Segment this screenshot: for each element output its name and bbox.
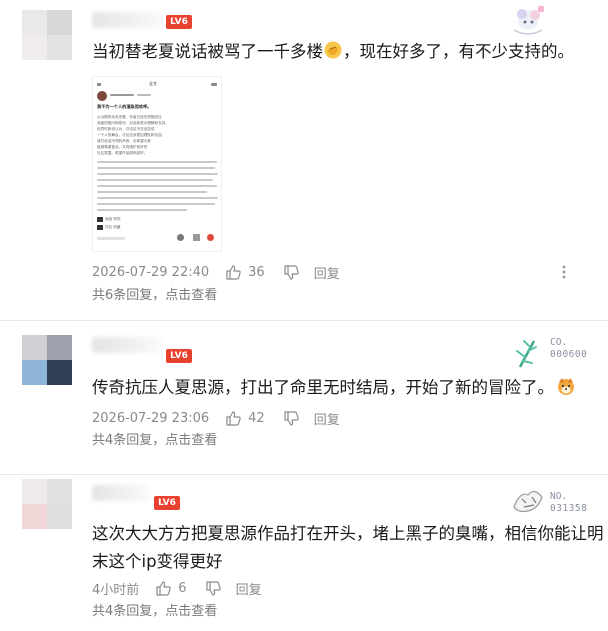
embed-footer-1: 阅读 赞同 xyxy=(105,217,121,221)
username[interactable] xyxy=(92,485,150,501)
comment-text: 当初替老夏说话被骂了一千多楼 ，现在好多了，有不少支持的。 xyxy=(92,37,574,67)
fan-badge-label: NO. xyxy=(550,491,568,502)
embed-footer-2: 评论 收藏 xyxy=(105,225,121,229)
dog-emoji-icon xyxy=(558,378,574,395)
like-count: 36 xyxy=(248,264,265,280)
view-replies-link[interactable]: 共4条回复，点击查看 xyxy=(92,603,217,621)
thumbs-up-icon[interactable] xyxy=(225,410,242,427)
thumbs-up-icon[interactable] xyxy=(225,264,242,281)
comment-meta: 2026-07-29 22:40 36 回复 xyxy=(92,262,340,282)
view-replies-link[interactable]: 共6条回复，点击查看 xyxy=(92,287,217,305)
fan-badge: CO. 000600 xyxy=(508,335,604,375)
thumbs-up-icon[interactable] xyxy=(155,580,172,597)
comment-text-part1: 当初替老夏说话被骂了一千多楼 xyxy=(92,42,323,61)
thumbs-down-icon[interactable] xyxy=(283,264,300,281)
like-count: 42 xyxy=(248,410,265,426)
level-badge: LV6 xyxy=(166,349,192,363)
comment-text-part2: ，现在好多了，有不少支持的。 xyxy=(343,42,574,61)
more-options-icon[interactable] xyxy=(556,264,572,280)
timestamp: 4小时前 xyxy=(92,582,140,598)
embed-line-5: 我们欢迎不同的声音，也希望大家 xyxy=(97,139,151,143)
comment-3: LV6 NO. 031358 这次大大方方把夏思源作品打在开头，堵上黑子的臭嘴，… xyxy=(0,475,608,631)
fan-badge-label: CO. xyxy=(550,337,568,348)
comment-1: LV6 当初替老夏说话被骂了一千多楼 ，现在好多了，有不少支持的。 全文 我不为… xyxy=(0,0,608,320)
avatar[interactable] xyxy=(22,479,72,529)
reply-button[interactable]: 回复 xyxy=(236,579,262,598)
decoration-sticker-icon xyxy=(513,6,544,35)
avatar[interactable] xyxy=(22,10,72,60)
thumbs-down-icon[interactable] xyxy=(283,410,300,427)
thumbs-down-icon[interactable] xyxy=(205,580,222,597)
comment-text-line-1: 这次大大方方把夏思源作品打在开头，堵上黑子的臭嘴，相信你能让明 xyxy=(92,524,604,543)
comment-text: 传奇抗压人夏思源，打出了命里无时结局，开始了新的冒险了。 xyxy=(92,373,576,403)
embed-headline: 我不为一个人的渲染而欢呼。 xyxy=(97,104,152,109)
username[interactable] xyxy=(92,337,162,353)
comment-meta: 2026-07-29 23:06 42 回复 xyxy=(92,408,340,428)
like-count: 6 xyxy=(178,580,187,596)
embed-line-6: 能够尊重彼此，共同维护良好的 xyxy=(97,145,148,149)
embed-line-7: 社区氛围。希望作品越来越好。 xyxy=(97,151,148,155)
fan-badge: NO. 031358 xyxy=(508,481,604,521)
sketch-sticker-icon xyxy=(513,490,543,513)
level-badge: LV6 xyxy=(166,15,192,29)
level-badge: LV6 xyxy=(154,496,180,510)
comment-meta: 4小时前 6 回复 xyxy=(92,578,262,598)
comment-2: LV6 CO. 000600 传奇抗压人夏思源，打出了命里无时结局，开始了新的冒… xyxy=(0,321,608,474)
username[interactable] xyxy=(92,12,162,28)
comment-text-body: 传奇抗压人夏思源，打出了命里无时结局，开始了新的冒险了。 xyxy=(92,378,554,397)
fan-badge-number: 031358 xyxy=(550,503,588,514)
bamboo-icon xyxy=(516,340,537,368)
embed-line-1: 从近期的动态来看，作者已经在积极回应 xyxy=(97,115,162,119)
hand-emoji-icon xyxy=(324,41,342,59)
reply-button[interactable]: 回复 xyxy=(314,263,340,282)
timestamp: 2026-07-29 22:40 xyxy=(92,264,210,280)
comment-text-line-2: 末这个ip变得更好 xyxy=(92,552,223,571)
timestamp: 2026-07-29 23:06 xyxy=(92,410,210,426)
embed-line-4: 一个人的舞台，讨论应该更加理性和包容。 xyxy=(97,133,166,137)
embed-line-2: 读者的疑问和批评，对此我表示理解和支持。 xyxy=(97,121,169,125)
embed-line-3: 但同时我也认为，评论区不应该变成 xyxy=(97,127,155,131)
reply-button[interactable]: 回复 xyxy=(314,409,340,428)
view-replies-link[interactable]: 共4条回复，点击查看 xyxy=(92,432,217,450)
embedded-screenshot[interactable]: 全文 我不为一个人的渲染而欢呼。 从近期的动态来看，作者已经在积极回应 读者的疑… xyxy=(92,76,222,252)
embed-tab: 全文 xyxy=(149,81,157,86)
fan-badge-number: 000600 xyxy=(550,349,588,360)
avatar[interactable] xyxy=(22,335,72,385)
